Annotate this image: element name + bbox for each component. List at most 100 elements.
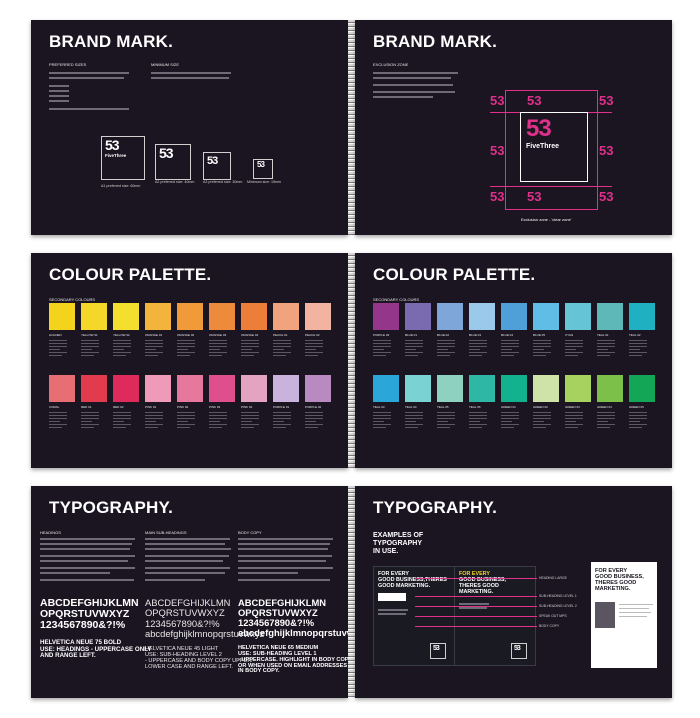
colour-swatch	[49, 375, 75, 402]
ad-photo	[595, 602, 615, 628]
swatch-spec-lines	[273, 340, 291, 358]
page-title: COLOUR PALETTE.	[49, 265, 212, 284]
text-line	[40, 555, 135, 557]
callout-body-copy: BODY COPY	[539, 624, 560, 628]
text-line	[238, 567, 333, 569]
text-line	[49, 72, 129, 74]
text-line	[459, 603, 489, 605]
text-line	[151, 72, 231, 74]
swatch-spec-lines	[373, 412, 391, 430]
colour-swatch	[405, 375, 431, 402]
spread-brand-mark: BRAND MARK. PREFERRED SIZES MINIMUM SIZE…	[31, 20, 672, 235]
colour-swatch	[209, 375, 235, 402]
swatch-spec-lines	[405, 340, 423, 358]
text-line	[49, 100, 69, 102]
exclusion-mark-br: 53	[599, 189, 614, 204]
caption-minimum: Minimum size: 15mm	[247, 180, 281, 184]
page-brand-mark-right: BRAND MARK. EXCLUSION ZONE 53 FiveThree …	[355, 20, 672, 235]
text-line	[49, 95, 69, 97]
guide-line	[505, 90, 597, 91]
swatch-spec-lines	[49, 340, 67, 358]
swatch-name: PEACH 02	[305, 333, 320, 337]
spread-typography: TYPOGRAPHY. HEADINGS MAIN SUB-HEADINGS B…	[31, 486, 672, 698]
exclusion-mark-bc: 53	[527, 189, 542, 204]
colour-swatch	[629, 375, 655, 402]
swatch-spec-lines	[81, 412, 99, 430]
swatch-spec-lines	[305, 340, 323, 358]
swatch-spec-lines	[597, 412, 615, 430]
text-line	[238, 572, 298, 574]
swatch-spec-lines	[209, 340, 227, 358]
swatch-spec-lines	[145, 412, 163, 430]
text-line	[145, 572, 225, 574]
swatch-name: PINK 01	[145, 405, 157, 409]
swatch-spec-lines	[469, 412, 487, 430]
text-line	[238, 579, 330, 581]
page-brand-mark-left: BRAND MARK. PREFERRED SIZES MINIMUM SIZE…	[31, 20, 348, 235]
callout-line	[415, 606, 537, 607]
swatch-spec-lines	[305, 412, 323, 430]
logo-preferred-small: 53	[203, 152, 231, 180]
callout-sub1: SUB-HEADING LEVEL 1	[539, 594, 577, 598]
page-typography-right: TYPOGRAPHY. EXAMPLES OF TYPOGRAPHY IN USE.…	[355, 486, 672, 698]
swatch-name: PURPLE 03	[373, 333, 390, 337]
exclusion-mark-ml: 53	[490, 143, 505, 158]
swatch-name: RED 01	[81, 405, 92, 409]
text-line	[238, 543, 330, 545]
text-line	[40, 543, 132, 545]
swatch-spec-lines	[177, 412, 195, 430]
callout-speak-out: SPEAK OUT MPS	[539, 614, 567, 618]
callout-bubble	[378, 593, 406, 601]
callout-sub2: SUB-HEADING LEVEL 2	[539, 604, 577, 608]
swatch-name: TEAL 05	[437, 405, 449, 409]
swatch-spec-lines	[241, 340, 259, 358]
swatch-name: GOLDEN	[49, 333, 62, 337]
swatch-name: GREEN 04	[597, 405, 612, 409]
colour-swatch	[145, 303, 171, 330]
text-line	[373, 91, 455, 93]
swatch-name: GREEN 05	[629, 405, 644, 409]
callout-line	[415, 616, 537, 617]
swatch-name: PURPLE 01	[273, 405, 290, 409]
colour-swatch	[113, 303, 139, 330]
guide-line	[505, 90, 506, 210]
text-line	[373, 72, 458, 74]
swatch-name: BLUE 02	[437, 333, 450, 337]
swatch-spec-lines	[501, 340, 519, 358]
swatch-spec-lines	[437, 412, 455, 430]
colour-swatch	[241, 303, 267, 330]
preferred-sizes-label: PREFERRED SIZES	[49, 62, 87, 67]
swatch-name: GREEN 02	[533, 405, 548, 409]
swatch-spec-lines	[629, 412, 647, 430]
swatch-spec-lines	[533, 412, 551, 430]
text-line	[49, 90, 69, 92]
page-palette-left: COLOUR PALETTE. SECONDARY COLOURS GOLDEN…	[31, 253, 348, 468]
text-line	[151, 77, 229, 79]
colour-swatch	[177, 375, 203, 402]
guide-line	[505, 209, 597, 210]
text-line	[40, 567, 135, 569]
swatch-name: YELLOW 02	[113, 333, 130, 337]
guide-line	[597, 90, 598, 210]
callout-heading-large: HEADING LARGE	[539, 576, 567, 580]
swatch-name: TEAL 02	[629, 333, 641, 337]
swatch-spec-lines	[241, 412, 259, 430]
text-line	[40, 538, 135, 540]
colour-swatch	[597, 303, 623, 330]
spiral-binding	[348, 486, 355, 698]
colour-swatch	[533, 375, 559, 402]
page-title: BRAND MARK.	[373, 32, 498, 51]
colour-swatch	[273, 303, 299, 330]
colour-swatch	[533, 303, 559, 330]
caption-a1: A1 preferred size: 60mm	[101, 184, 141, 188]
swatch-name: GREEN 01	[501, 405, 516, 409]
swatch-name: BLUE 01	[405, 333, 418, 337]
ad-logo: 53	[430, 643, 446, 659]
colour-swatch	[113, 375, 139, 402]
swatch-name: BLUE 04	[501, 333, 514, 337]
caption-a2: A2 preferred size: 40mm	[155, 180, 195, 184]
page-title: TYPOGRAPHY.	[49, 498, 174, 517]
colour-swatch	[469, 375, 495, 402]
secondary-colours-label: SECONDARY COLOURS	[49, 297, 96, 302]
colour-swatch	[241, 375, 267, 402]
